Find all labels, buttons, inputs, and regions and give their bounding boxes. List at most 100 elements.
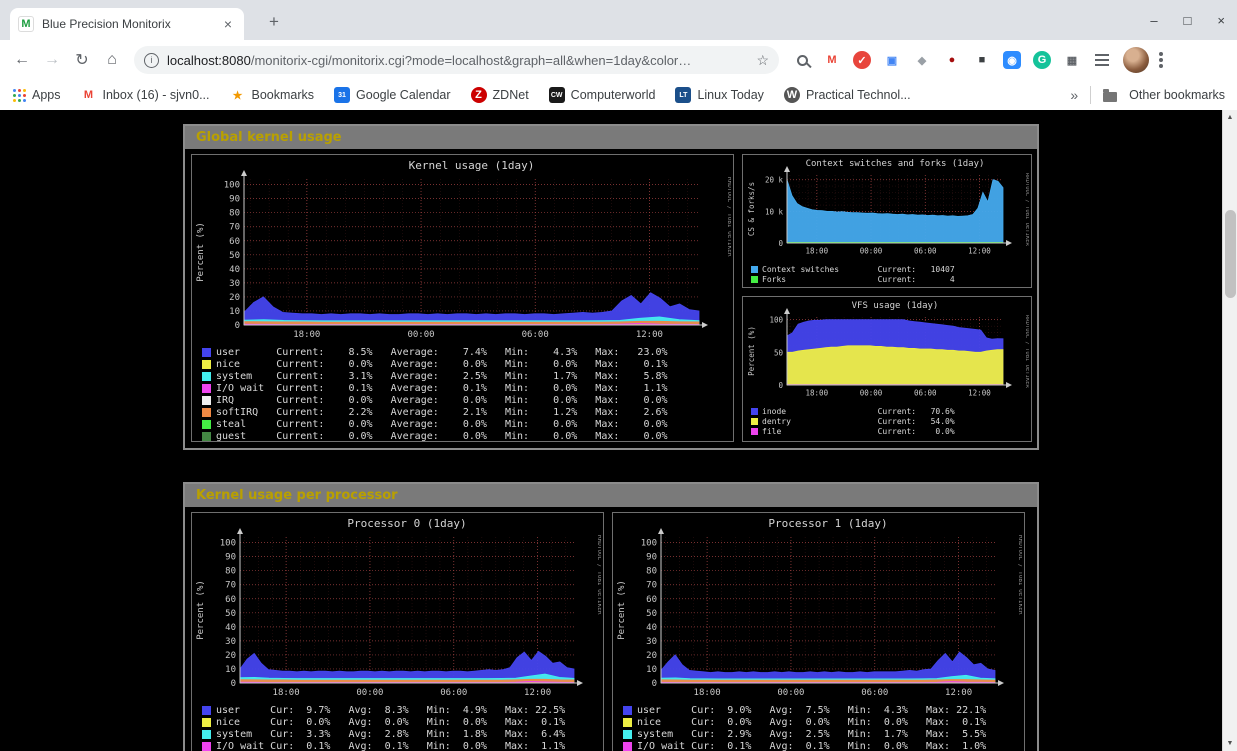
legend-row: IRQ Current: 0.0% Average: 0.0% Min: 0.0…	[194, 394, 731, 406]
bookmark-computerworld-icon: CW	[549, 87, 565, 103]
browser-toolbar: ← → ↻ ⌂ i localhost:8080/monitorix-cgi/m…	[0, 40, 1237, 80]
forks-swatch	[751, 276, 758, 283]
legend-text: Context switches Current: 10407	[762, 265, 955, 274]
svg-text:90: 90	[225, 553, 236, 563]
svg-text:70: 70	[225, 581, 236, 591]
svg-text:20 k: 20 k	[765, 176, 784, 185]
svg-text:Percent (%): Percent (%)	[747, 326, 756, 376]
search-icon[interactable]	[793, 51, 811, 69]
gray-extension-icon[interactable]: ◆	[913, 51, 931, 69]
dark-extension-icon[interactable]: ■	[973, 51, 991, 69]
bookmarks-overflow-icon[interactable]: »	[1070, 87, 1078, 103]
other-bookmarks-button[interactable]: Other bookmarks	[1129, 88, 1225, 102]
bookmark-gmail-inbox[interactable]: MInbox (16) - sjvn0...	[81, 87, 210, 103]
browser-menu-icon[interactable]	[1159, 58, 1163, 62]
legend-text: Forks Current: 4	[762, 275, 955, 284]
url-host: localhost:8080	[167, 53, 251, 68]
processor-1-graph[interactable]: Processor 1 (1day)Percent (%)RRDTOOL / T…	[612, 512, 1025, 751]
svg-text:00:00: 00:00	[777, 688, 804, 698]
system-swatch	[623, 730, 632, 739]
svg-text:60: 60	[646, 595, 657, 605]
page-viewport: Global kernel usage Kernel usage (1day)P…	[0, 110, 1237, 751]
legend-text: steal Current: 0.0% Average: 0.0% Min: 0…	[216, 419, 668, 430]
address-bar[interactable]: i localhost:8080/monitorix-cgi/monitorix…	[134, 46, 779, 74]
svg-text:RRDTOOL / TOBI OETIKER: RRDTOOL / TOBI OETIKER	[726, 177, 731, 257]
bookmark-label: Computerworld	[571, 88, 656, 102]
tab-close-icon[interactable]: ×	[220, 16, 236, 32]
kernel-usage-graph[interactable]: Kernel usage (1day)Percent (%)RRDTOOL / …	[191, 154, 734, 442]
scrollbar-thumb[interactable]	[1225, 210, 1236, 298]
svg-text:40: 40	[225, 623, 236, 633]
scrollbar-up-icon[interactable]: ▲	[1223, 110, 1237, 125]
svg-text:Processor 0 (1day): Processor 0 (1day)	[347, 517, 466, 530]
window-maximize-icon[interactable]: □	[1184, 13, 1192, 28]
bookmark-google-calendar[interactable]: 31Google Calendar	[334, 87, 451, 103]
legend-text: user Cur: 9.7% Avg: 8.3% Min: 4.9% Max: …	[216, 705, 565, 716]
legend-row: softIRQ Current: 2.2% Average: 2.1% Min:…	[194, 406, 731, 418]
red-extension-icon[interactable]: ●	[943, 51, 961, 69]
copy-pages-extension-icon[interactable]: ▣	[883, 51, 901, 69]
svg-text:12:00: 12:00	[524, 688, 551, 698]
user-swatch	[202, 348, 211, 357]
svg-text:40: 40	[646, 623, 657, 633]
back-button[interactable]: ←	[8, 46, 36, 74]
bookmark-label: Linux Today	[697, 88, 764, 102]
kernel-usage-legend: user Current: 8.5% Average: 7.4% Min: 4.…	[194, 346, 731, 442]
reload-button[interactable]: ↻	[68, 46, 96, 74]
mail-check-extension-icon[interactable]: ✓	[853, 51, 871, 69]
nice-swatch	[623, 718, 632, 727]
vfs-usage-plot: VFS usage (1day)Percent (%)RRDTOOL / TOB…	[745, 299, 1029, 406]
context-switches-graph[interactable]: Context switches and forks (1day)CS & fo…	[742, 154, 1032, 288]
svg-text:00:00: 00:00	[860, 247, 883, 256]
new-tab-button[interactable]: +	[262, 10, 286, 34]
folder-icon	[1103, 92, 1117, 102]
grammarly-icon[interactable]: G	[1033, 51, 1051, 69]
legend-text: nice Cur: 0.0% Avg: 0.0% Min: 0.0% Max: …	[216, 717, 565, 728]
legend-row: nice Current: 0.0% Average: 0.0% Min: 0.…	[194, 358, 731, 370]
legend-text: inode Current: 70.6%	[762, 407, 955, 416]
bookmark-practical-technology[interactable]: WPractical Technol...	[784, 87, 911, 103]
gmail-extension-icon[interactable]: M	[823, 51, 841, 69]
tune-bars-shape	[1095, 54, 1109, 56]
tune-icon[interactable]	[1093, 51, 1111, 69]
legend-text: system Cur: 3.3% Avg: 2.8% Min: 1.8% Max…	[216, 729, 565, 740]
svg-text:06:00: 06:00	[914, 247, 937, 256]
svg-text:10: 10	[225, 665, 236, 675]
scrollbar-down-icon[interactable]: ▼	[1223, 736, 1237, 751]
i-o-wait-swatch	[202, 384, 211, 393]
bookmark-star-icon[interactable]: ☆	[756, 52, 769, 69]
processor-0-graph[interactable]: Processor 0 (1day)Percent (%)RRDTOOL / T…	[191, 512, 604, 751]
svg-text:06:00: 06:00	[522, 330, 549, 340]
bookmark-linux-today[interactable]: LT Linux Today	[675, 87, 764, 103]
profile-avatar[interactable]	[1123, 47, 1149, 73]
window-minimize-icon[interactable]: –	[1150, 13, 1157, 28]
bookmark-apps[interactable]: Apps	[12, 88, 61, 102]
section-kernel-usage-per-processor: Kernel usage per processor Processor 0 (…	[183, 482, 1039, 751]
grid-dots	[13, 89, 16, 92]
page-scrollbar[interactable]: ▲ ▼	[1222, 110, 1237, 751]
bookmark-bookmarks[interactable]: ★Bookmarks	[230, 87, 315, 103]
extensions-puzzle-icon[interactable]: ▦	[1063, 51, 1081, 69]
apps-grid-icon	[12, 88, 26, 102]
vfs-usage-graph[interactable]: VFS usage (1day)Percent (%)RRDTOOL / TOB…	[742, 296, 1032, 442]
system-swatch	[202, 372, 211, 381]
legend-text: softIRQ Current: 2.2% Average: 2.1% Min:…	[216, 407, 668, 418]
forward-button[interactable]: →	[38, 46, 66, 74]
svg-text:90: 90	[646, 553, 657, 563]
page-info-icon[interactable]: i	[144, 53, 159, 68]
bookmark-linux-today-icon: LT	[675, 87, 691, 103]
bookmark-computerworld[interactable]: CW Computerworld	[549, 87, 656, 103]
bookmarks-bar: Apps MInbox (16) - sjvn0... ★Bookmarks 31Go…	[0, 80, 1237, 110]
svg-text:100: 100	[220, 539, 236, 549]
home-button[interactable]: ⌂	[98, 46, 126, 74]
window-close-icon[interactable]: ×	[1217, 13, 1225, 28]
bookmark-zdnet[interactable]: ZZDNet	[471, 87, 529, 103]
svg-text:10: 10	[229, 307, 240, 317]
bookmarks-divider	[1090, 86, 1091, 104]
svg-text:20: 20	[225, 651, 236, 661]
legend-row: user Cur: 9.7% Avg: 8.3% Min: 4.9% Max: …	[194, 704, 601, 716]
camera-extension-icon[interactable]: ◉	[1003, 51, 1021, 69]
context-switches-swatch	[751, 266, 758, 273]
svg-text:VFS usage (1day): VFS usage (1day)	[852, 301, 939, 311]
browser-tab[interactable]: M Blue Precision Monitorix ×	[10, 8, 244, 40]
